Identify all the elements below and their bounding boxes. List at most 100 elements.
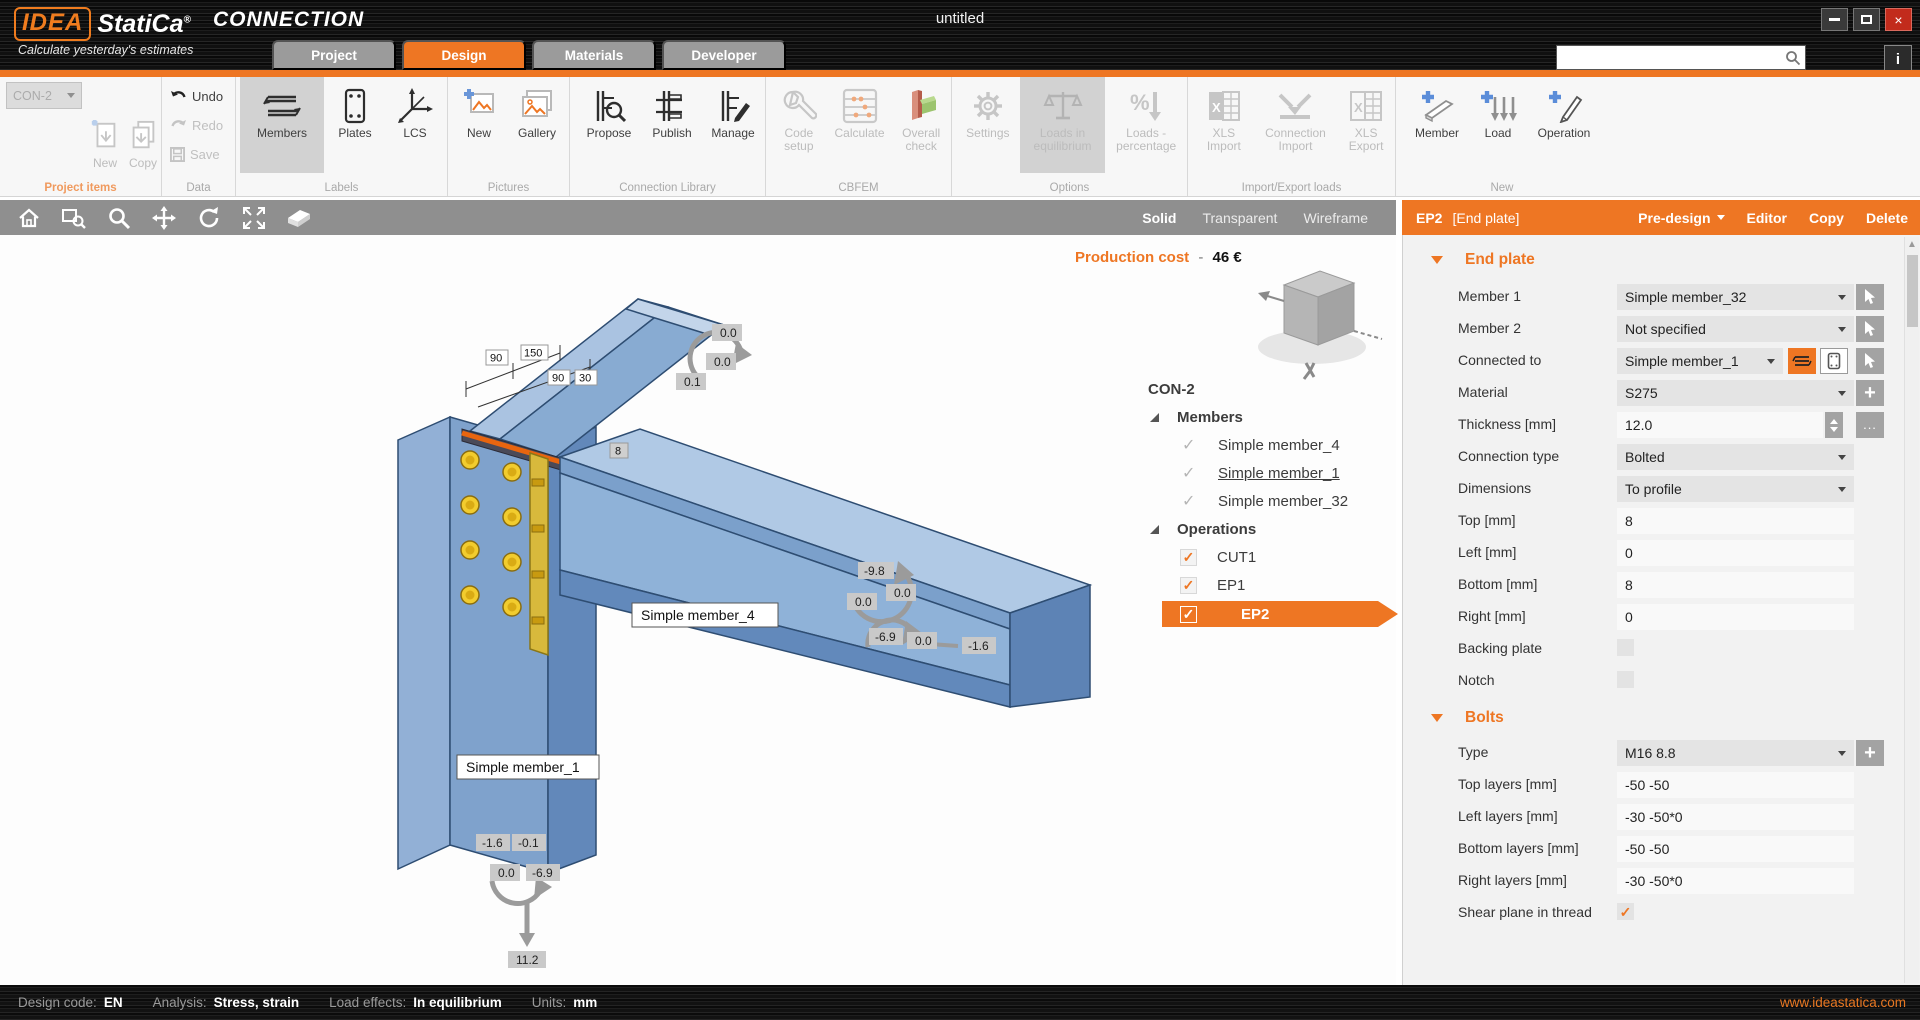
minimize-button[interactable] <box>1821 8 1848 31</box>
member4-label[interactable]: Simple member_4 <box>632 603 778 627</box>
view-mode-solid[interactable]: Solid <box>1142 210 1176 226</box>
navigation-cube[interactable] <box>1258 271 1382 379</box>
members-labels-button[interactable]: Members <box>240 77 324 173</box>
backing-plate-checkbox[interactable] <box>1617 639 1634 656</box>
new-operation-button[interactable]: Operation <box>1526 77 1602 173</box>
new-picture-button[interactable]: New <box>452 77 506 173</box>
checkbox-checked-icon[interactable]: ✓ <box>1180 577 1197 594</box>
connected-to-dropdown[interactable]: Simple member_1 <box>1617 348 1783 374</box>
connection-type-dropdown[interactable]: Bolted <box>1617 444 1854 470</box>
tree-item-simple-member-32[interactable]: ✓ Simple member_32 <box>1140 487 1398 515</box>
connection-select[interactable]: CON-2 <box>6 82 82 109</box>
bottom-input[interactable] <box>1617 572 1854 598</box>
top-layers-input[interactable] <box>1617 772 1854 798</box>
pan-button[interactable] <box>149 205 179 231</box>
view-mode-transparent[interactable]: Transparent <box>1202 210 1277 226</box>
tree-root-con2[interactable]: CON-2 <box>1140 375 1398 403</box>
code-setup-button[interactable]: Code setup <box>770 77 828 173</box>
lcs-labels-button[interactable]: LCS <box>386 77 444 173</box>
scrollbar-thumb[interactable] <box>1907 255 1918 327</box>
material-dropdown[interactable]: S275 <box>1617 380 1854 406</box>
tab-project[interactable]: Project <box>272 40 396 70</box>
tab-design[interactable]: Design <box>402 40 526 70</box>
search-input[interactable] <box>1556 45 1806 70</box>
zoom-window-button[interactable] <box>59 205 89 231</box>
tab-materials[interactable]: Materials <box>532 40 656 70</box>
publish-button[interactable]: Publish <box>642 77 702 173</box>
zoom-button[interactable] <box>104 205 134 231</box>
tree-item-cut1[interactable]: ✓ CUT1 <box>1140 543 1398 571</box>
solid-view-button[interactable] <box>284 205 314 231</box>
connect-to-member-button[interactable] <box>1788 348 1816 374</box>
top-input[interactable] <box>1617 508 1854 534</box>
home-view-button[interactable] <box>14 205 44 231</box>
maximize-button[interactable] <box>1853 8 1880 31</box>
redo-button[interactable]: Redo <box>170 114 223 137</box>
bolt-type-dropdown[interactable]: M16 8.8 <box>1617 740 1854 766</box>
add-bolt-type-button[interactable]: + <box>1856 740 1884 766</box>
add-material-button[interactable]: + <box>1856 380 1884 406</box>
propose-button[interactable]: Propose <box>576 77 642 173</box>
tree-item-ep1[interactable]: ✓ EP1 <box>1140 571 1398 599</box>
tree-item-ep2-selected[interactable]: ✓ EP2 <box>1140 599 1398 629</box>
shear-plane-checkbox[interactable]: ✓ <box>1617 903 1634 920</box>
save-button[interactable]: Save <box>170 143 223 166</box>
loads-percentage-button[interactable]: % Loads - percentage <box>1105 77 1187 173</box>
collapse-icon[interactable] <box>1150 525 1159 534</box>
xls-import-button[interactable]: X XLS Import <box>1194 77 1254 173</box>
collapse-triangle-icon[interactable] <box>1431 714 1443 722</box>
connection-import-button[interactable]: Connection Import <box>1254 77 1338 173</box>
panel-scrollbar[interactable]: ▲ <box>1904 237 1919 983</box>
tree-group-operations[interactable]: Operations <box>1140 515 1398 543</box>
xls-export-button[interactable]: X XLS Export <box>1337 77 1395 173</box>
fit-view-button[interactable] <box>239 205 269 231</box>
calculate-button[interactable]: Calculate <box>828 77 892 173</box>
tree-group-members[interactable]: Members <box>1140 403 1398 431</box>
collapse-icon[interactable] <box>1150 413 1159 422</box>
viewport-3d[interactable]: 90 150 90 30 8 0.0 0.0 0.1 <box>0 235 1396 985</box>
manage-button[interactable]: Manage <box>702 77 764 173</box>
connect-to-plate-button[interactable] <box>1820 348 1848 374</box>
checkbox-checked-icon[interactable]: ✓ <box>1180 606 1197 623</box>
section-bolts[interactable]: Bolts <box>1403 703 1883 733</box>
left-input[interactable] <box>1617 540 1854 566</box>
member2-dropdown[interactable]: Not specified <box>1617 316 1854 342</box>
tree-item-simple-member-1[interactable]: ✓ Simple member_1 <box>1140 459 1398 487</box>
right-input[interactable] <box>1617 604 1854 630</box>
left-layers-input[interactable] <box>1617 804 1854 830</box>
section-end-plate[interactable]: End plate <box>1403 245 1883 275</box>
delete-operation-button[interactable]: Delete <box>1866 210 1908 226</box>
undo-button[interactable]: Undo <box>170 85 223 108</box>
overall-check-button[interactable]: Overall check <box>891 77 951 173</box>
new-member-button[interactable]: Member <box>1404 77 1470 173</box>
bottom-layers-input[interactable] <box>1617 836 1854 862</box>
editor-button[interactable]: Editor <box>1747 210 1787 226</box>
settings-button[interactable]: Settings <box>956 77 1020 173</box>
loads-in-equilibrium-button[interactable]: Loads in equilibrium <box>1020 77 1106 173</box>
notch-checkbox[interactable] <box>1617 671 1634 688</box>
collapse-triangle-icon[interactable] <box>1431 256 1443 264</box>
member1-label[interactable]: Simple member_1 <box>457 755 599 779</box>
thickness-stepper[interactable] <box>1825 412 1843 438</box>
new-load-button[interactable]: Load <box>1470 77 1526 173</box>
close-button[interactable]: × <box>1885 8 1912 31</box>
gallery-button[interactable]: Gallery <box>506 77 568 173</box>
copy-operation-button[interactable]: Copy <box>1809 210 1844 226</box>
ideastatica-link[interactable]: www.ideastatica.com <box>1780 995 1906 1010</box>
predesign-dropdown[interactable]: Pre-design <box>1638 210 1724 226</box>
thickness-more-button[interactable]: ... <box>1856 412 1884 438</box>
right-layers-input[interactable] <box>1617 868 1854 894</box>
view-mode-wireframe[interactable]: Wireframe <box>1303 210 1368 226</box>
member2-pick-button[interactable] <box>1856 316 1884 342</box>
member1-dropdown[interactable]: Simple member_32 <box>1617 284 1854 310</box>
rotate-view-button[interactable] <box>194 205 224 231</box>
thickness-input[interactable] <box>1617 412 1823 438</box>
info-button[interactable]: i <box>1884 45 1912 73</box>
tree-item-simple-member-4[interactable]: ✓ Simple member_4 <box>1140 431 1398 459</box>
checkbox-checked-icon[interactable]: ✓ <box>1180 549 1197 566</box>
member1-pick-button[interactable] <box>1856 284 1884 310</box>
connected-to-pick-button[interactable] <box>1856 348 1884 374</box>
scroll-up-icon[interactable]: ▲ <box>1906 239 1918 253</box>
plates-labels-button[interactable]: Plates <box>324 77 386 173</box>
tab-developer[interactable]: Developer <box>662 40 786 70</box>
